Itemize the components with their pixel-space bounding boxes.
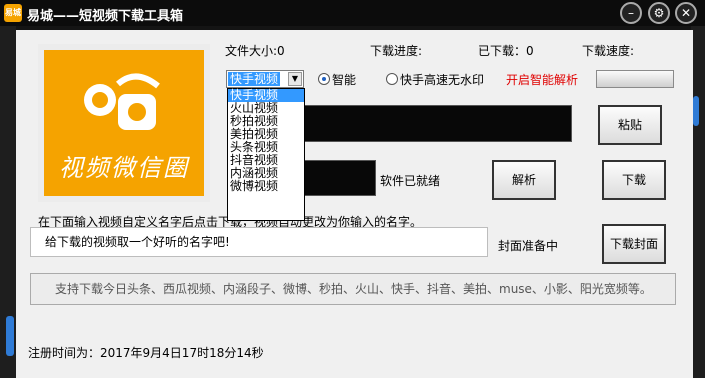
url-input[interactable] (302, 105, 572, 142)
logo-text: 视频微信圈 (59, 154, 189, 182)
right-frame (691, 26, 705, 378)
download-progress-bar (596, 70, 674, 88)
dropdown-option-weibo[interactable]: 微博视频 (228, 180, 304, 193)
main-panel: 视频微信圈 文件大小:0 下载进度: 已下载：0 下载速度: 快手视频 ▼ 智能… (16, 30, 693, 378)
minimize-button[interactable]: – (620, 2, 642, 24)
download-progress-label: 下载进度: (370, 44, 423, 58)
no-watermark-radio[interactable] (386, 73, 398, 85)
platform-select-value: 快手视频 (228, 72, 281, 86)
platform-select[interactable]: 快手视频 ▼ (226, 70, 304, 88)
custom-name-input[interactable]: 给下载的视频取一个好听的名字吧! (30, 227, 488, 257)
supported-sites-info: 支持下载今日头条、西瓜视频、内涵段子、微博、秒拍、火山、快手、抖音、美拍、mus… (30, 273, 676, 305)
no-watermark-label: 快手高速无水印 (400, 73, 485, 87)
enable-smart-parse-link[interactable]: 开启智能解析 (506, 71, 578, 88)
parse-button[interactable]: 解析 (492, 160, 556, 200)
app-icon: 易城 (4, 4, 22, 22)
right-frame-accent (693, 96, 699, 126)
logo: 视频微信圈 (38, 44, 210, 202)
download-cover-button[interactable]: 下载封面 (602, 224, 666, 264)
software-status: 软件已就绪 (380, 174, 441, 188)
chevron-down-icon[interactable]: ▼ (288, 72, 302, 86)
file-size-label: 文件大小:0 (225, 44, 285, 58)
settings-icon[interactable]: ⚙ (648, 2, 670, 24)
logo-camera-icon (84, 73, 160, 130)
close-button[interactable]: ✕ (675, 2, 697, 24)
paste-button[interactable]: 粘贴 (598, 105, 662, 145)
downloaded-label: 已下载：0 (478, 44, 534, 58)
left-frame (0, 26, 16, 378)
cover-status: 封面准备中 (498, 239, 559, 253)
smart-radio[interactable] (318, 73, 330, 85)
app-window: 易城 易城——短视频下载工具箱 – ⚙ ✕ 视频微信圈 文件大小:0 下载进度:… (0, 0, 705, 378)
download-speed-label: 下载速度: (582, 44, 635, 58)
title-bar[interactable]: 易城 易城——短视频下载工具箱 – ⚙ ✕ (0, 0, 705, 26)
platform-dropdown-list[interactable]: 快手视频 火山视频 秒拍视频 美拍视频 头条视频 抖音视频 内涵视频 微博视频 (227, 88, 305, 221)
window-title: 易城——短视频下载工具箱 (27, 9, 184, 24)
left-frame-accent (6, 316, 14, 356)
smart-radio-label: 智能 (332, 73, 357, 87)
registration-time: 注册时间为：2017年9月4日17时18分14秒 (28, 346, 264, 360)
preview-box (302, 160, 376, 196)
download-button[interactable]: 下载 (602, 160, 666, 200)
